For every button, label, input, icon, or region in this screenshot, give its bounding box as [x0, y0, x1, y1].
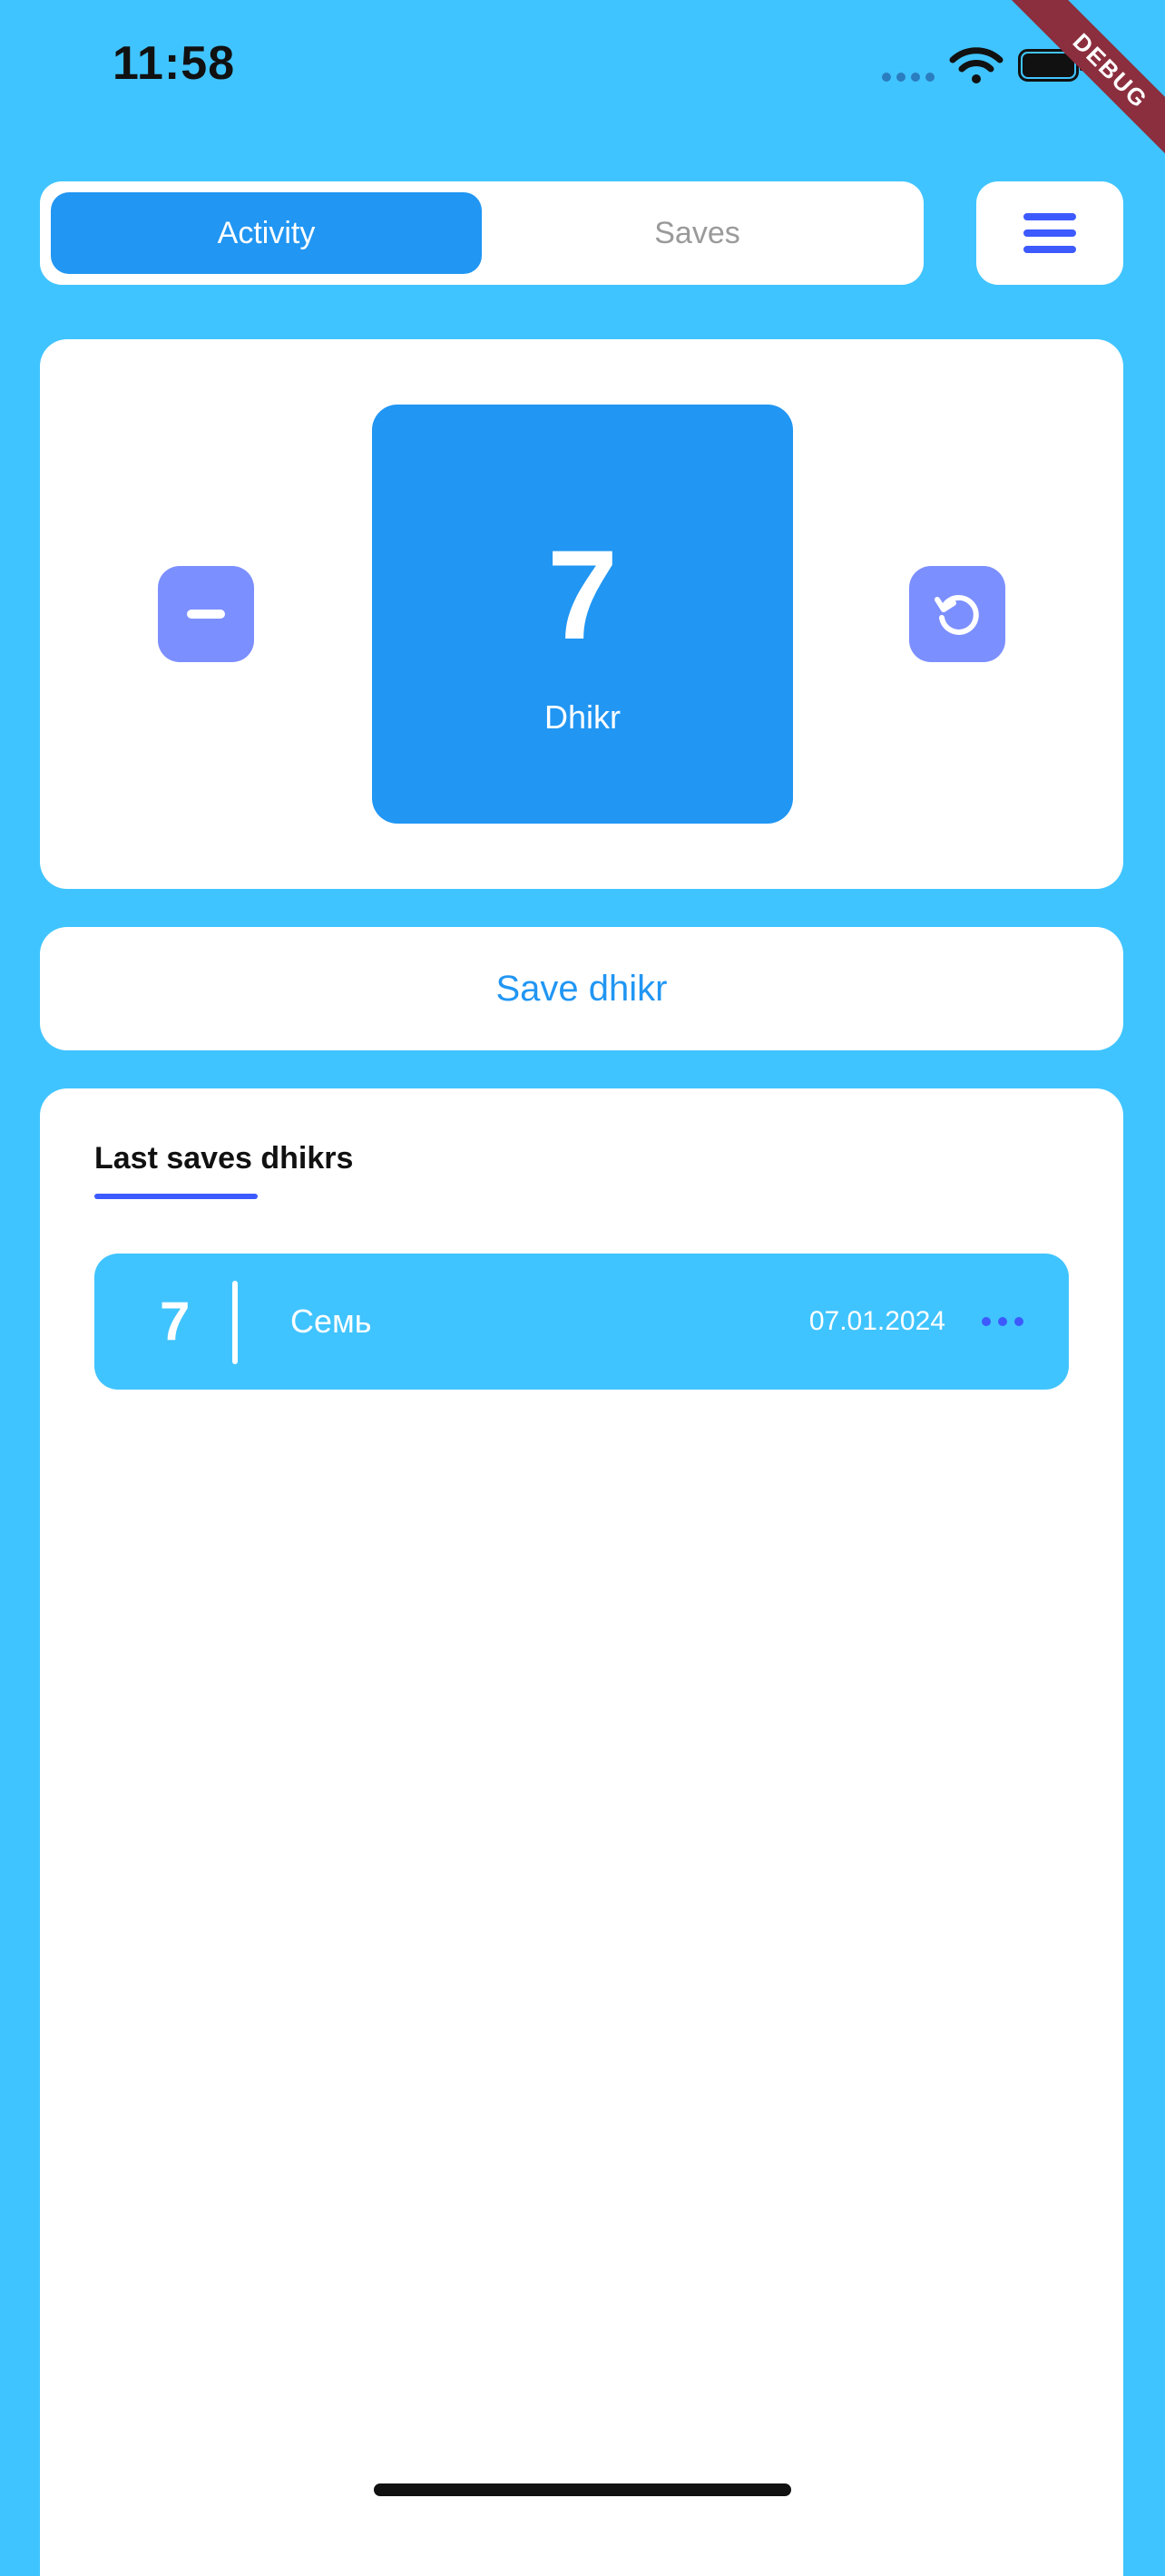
reset-icon: [935, 594, 979, 635]
tab-saves[interactable]: Saves: [482, 192, 913, 274]
list-item[interactable]: 7 Семь 07.01.2024: [94, 1254, 1069, 1390]
menu-button[interactable]: [976, 181, 1123, 285]
title-underline: [94, 1194, 258, 1199]
tab-activity[interactable]: Activity: [51, 192, 482, 274]
minus-icon: [187, 610, 225, 619]
debug-banner: DEBUG: [984, 0, 1165, 181]
reset-button[interactable]: [909, 566, 1005, 662]
counter-tap-area[interactable]: 7 Dhikr: [372, 405, 793, 824]
cellular-signal-icon: [882, 73, 935, 82]
home-indicator: [374, 2483, 791, 2496]
status-time: 11:58: [113, 37, 236, 90]
hamburger-menu-icon: [1023, 213, 1076, 253]
decrement-button[interactable]: [158, 566, 254, 662]
item-count: 7: [160, 1291, 191, 1351]
counter-label: Dhikr: [543, 698, 621, 736]
debug-banner-label: DEBUG: [1000, 0, 1165, 181]
more-dots-icon[interactable]: [982, 1308, 1023, 1335]
save-dhikr-button[interactable]: Save dhikr: [40, 927, 1123, 1050]
last-saves-title: Last saves dhikrs: [94, 1141, 354, 1176]
item-date: 07.01.2024: [808, 1306, 945, 1336]
item-name: Семь: [290, 1303, 372, 1340]
counter-value: 7: [547, 523, 618, 666]
tab-switcher: Activity Saves: [40, 181, 924, 285]
item-divider: [232, 1281, 238, 1364]
